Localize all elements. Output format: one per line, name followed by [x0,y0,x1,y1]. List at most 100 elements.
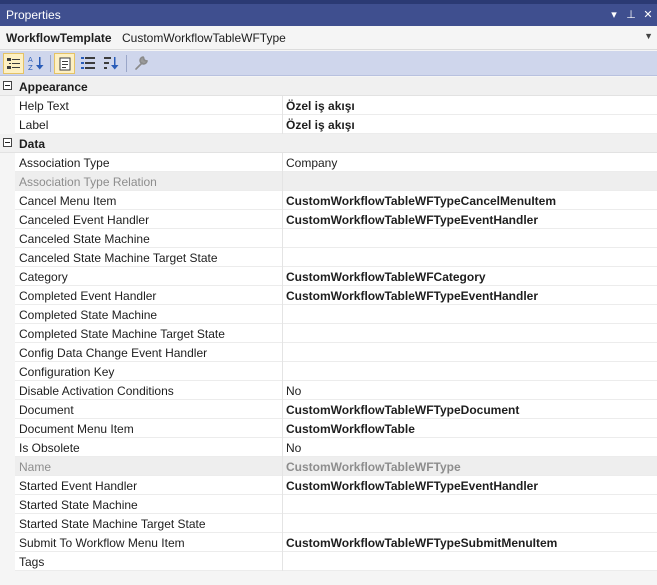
property-name: Is Obsolete [19,441,80,455]
toolbar-separator [50,55,51,72]
property-row[interactable]: Started State Machine Target State [0,514,657,533]
row-gutter [0,248,15,267]
column-divider[interactable] [282,533,283,552]
row-gutter [0,172,15,191]
property-value[interactable]: CustomWorkflowTableWFTypeDocument [286,403,654,417]
property-value[interactable]: CustomWorkflowTableWFCategory [286,270,654,284]
column-divider[interactable] [282,552,283,571]
column-divider[interactable] [282,305,283,324]
row-gutter [0,457,15,476]
column-divider[interactable] [282,229,283,248]
category-label: Appearance [19,80,88,94]
column-divider[interactable] [282,400,283,419]
property-name: Completed State Machine [19,308,158,322]
property-pages-button[interactable] [131,53,152,74]
property-row[interactable]: Submit To Workflow Menu Item CustomWorkfl… [0,533,657,552]
property-value[interactable]: Özel iş akışı [286,118,654,132]
column-divider[interactable] [282,514,283,533]
collapse-icon[interactable] [3,138,12,147]
property-value[interactable]: CustomWorkflowTableWFTypeEventHandler [286,213,654,227]
property-value[interactable]: CustomWorkflowTableWFTypeSubmitMenuItem [286,536,654,550]
property-value[interactable]: CustomWorkflowTableWFTypeCancelMenuItem [286,194,654,208]
column-divider[interactable] [282,172,283,191]
property-value[interactable]: CustomWorkflowTable [286,422,654,436]
property-name: Category [19,270,68,284]
property-value[interactable]: Özel iş akışı [286,99,654,113]
property-row[interactable]: Label Özel iş akışı [0,115,657,134]
property-row[interactable]: Completed Event Handler CustomWorkflowTab… [0,286,657,305]
property-row[interactable]: Started Event Handler CustomWorkflowTable… [0,476,657,495]
property-value[interactable]: CustomWorkflowTableWFTypeEventHandler [286,479,654,493]
property-row[interactable]: Help Text Özel iş akışı [0,96,657,115]
column-divider[interactable] [282,495,283,514]
events-icon [81,57,95,69]
property-row[interactable]: Tags [0,552,657,571]
column-divider[interactable] [282,286,283,305]
column-divider[interactable] [282,343,283,362]
property-row[interactable]: Document Menu Item CustomWorkflowTable [0,419,657,438]
column-divider[interactable] [282,381,283,400]
column-divider[interactable] [282,324,283,343]
column-divider[interactable] [282,419,283,438]
column-divider[interactable] [282,267,283,286]
property-row[interactable]: Is Obsolete No [0,438,657,457]
property-row[interactable]: Cancel Menu Item CustomWorkflowTableWFTyp… [0,191,657,210]
wrench-icon [135,56,148,70]
category-header[interactable]: Data [0,134,657,153]
events-button[interactable] [78,53,99,74]
property-row[interactable]: Document CustomWorkflowTableWFTypeDocumen… [0,400,657,419]
property-row[interactable]: Association Type Company [0,153,657,172]
chevron-down-icon[interactable]: ▼ [644,31,653,41]
property-name: Completed State Machine Target State [19,327,225,341]
column-divider[interactable] [282,438,283,457]
row-gutter [0,533,15,552]
property-name: Help Text [19,99,69,113]
property-value[interactable]: No [286,441,654,455]
property-value[interactable]: Company [286,156,654,170]
pin-icon[interactable]: ⊥ [624,7,638,23]
toolbar-separator [126,55,127,72]
column-divider[interactable] [282,96,283,115]
property-row[interactable]: Name CustomWorkflowTableWFType [0,457,657,476]
column-divider[interactable] [282,476,283,495]
column-divider[interactable] [282,457,283,476]
property-row[interactable]: Disable Activation Conditions No [0,381,657,400]
row-gutter [0,267,15,286]
property-row[interactable]: Canceled Event Handler CustomWorkflowTabl… [0,210,657,229]
property-row[interactable]: Config Data Change Event Handler [0,343,657,362]
row-gutter [0,229,15,248]
row-gutter [0,191,15,210]
property-value[interactable]: CustomWorkflowTableWFTypeEventHandler [286,289,654,303]
property-row[interactable]: Started State Machine [0,495,657,514]
alphabetical-button[interactable]: A Z [26,53,47,74]
window-position-dropdown-icon[interactable]: ▾ [607,7,621,23]
property-row[interactable]: Association Type Relation [0,172,657,191]
property-row[interactable]: Canceled State Machine [0,229,657,248]
close-icon[interactable]: ✕ [641,7,655,23]
column-divider[interactable] [282,153,283,172]
column-divider[interactable] [282,248,283,267]
collapse-icon[interactable] [3,81,12,90]
properties-button[interactable] [54,53,75,74]
column-divider[interactable] [282,362,283,381]
category-header[interactable]: Appearance [0,77,657,96]
column-divider[interactable] [282,191,283,210]
column-divider[interactable] [282,210,283,229]
property-name: Started State Machine Target State [19,517,206,531]
property-name: Canceled Event Handler [19,213,150,227]
property-value[interactable]: No [286,384,654,398]
row-gutter [0,438,15,457]
property-row[interactable]: Canceled State Machine Target State [0,248,657,267]
row-gutter [0,96,15,115]
svg-text:Z: Z [28,64,33,71]
property-row[interactable]: Completed State Machine [0,305,657,324]
property-row[interactable]: Configuration Key [0,362,657,381]
object-selector[interactable]: WorkflowTemplate CustomWorkflowTableWFTy… [0,26,657,50]
column-divider[interactable] [282,115,283,134]
property-name: Association Type [19,156,110,170]
category-label: Data [19,137,46,151]
sort-button[interactable] [101,53,122,74]
property-row[interactable]: Completed State Machine Target State [0,324,657,343]
categorized-button[interactable] [3,53,24,74]
property-row[interactable]: Category CustomWorkflowTableWFCategory [0,267,657,286]
